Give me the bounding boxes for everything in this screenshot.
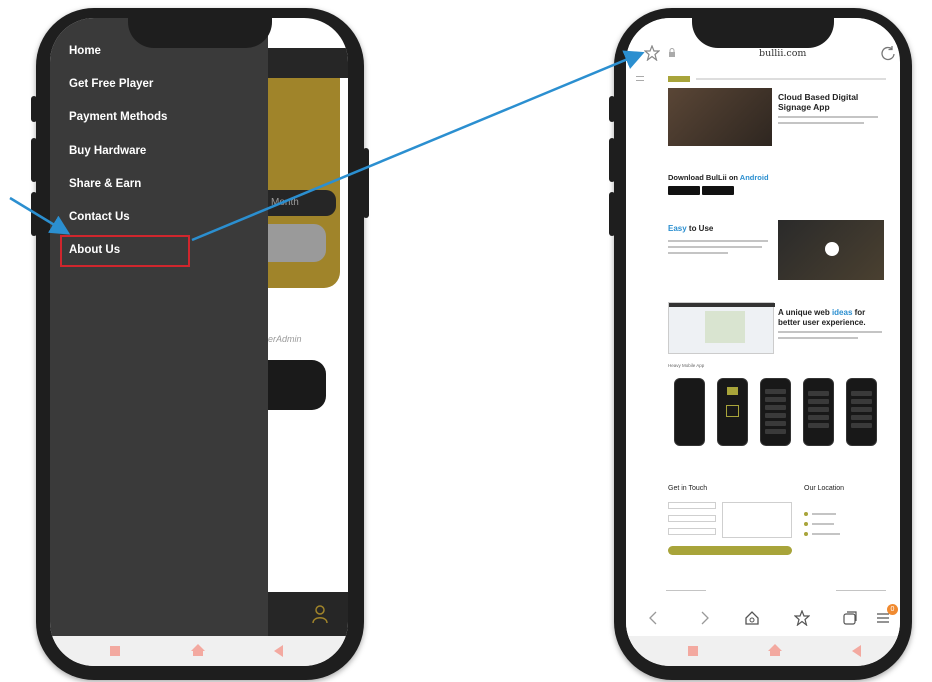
arrow-to-browser-star <box>191 50 645 242</box>
arrow-to-about-us <box>9 196 71 235</box>
annotation-arrows <box>9 50 645 242</box>
